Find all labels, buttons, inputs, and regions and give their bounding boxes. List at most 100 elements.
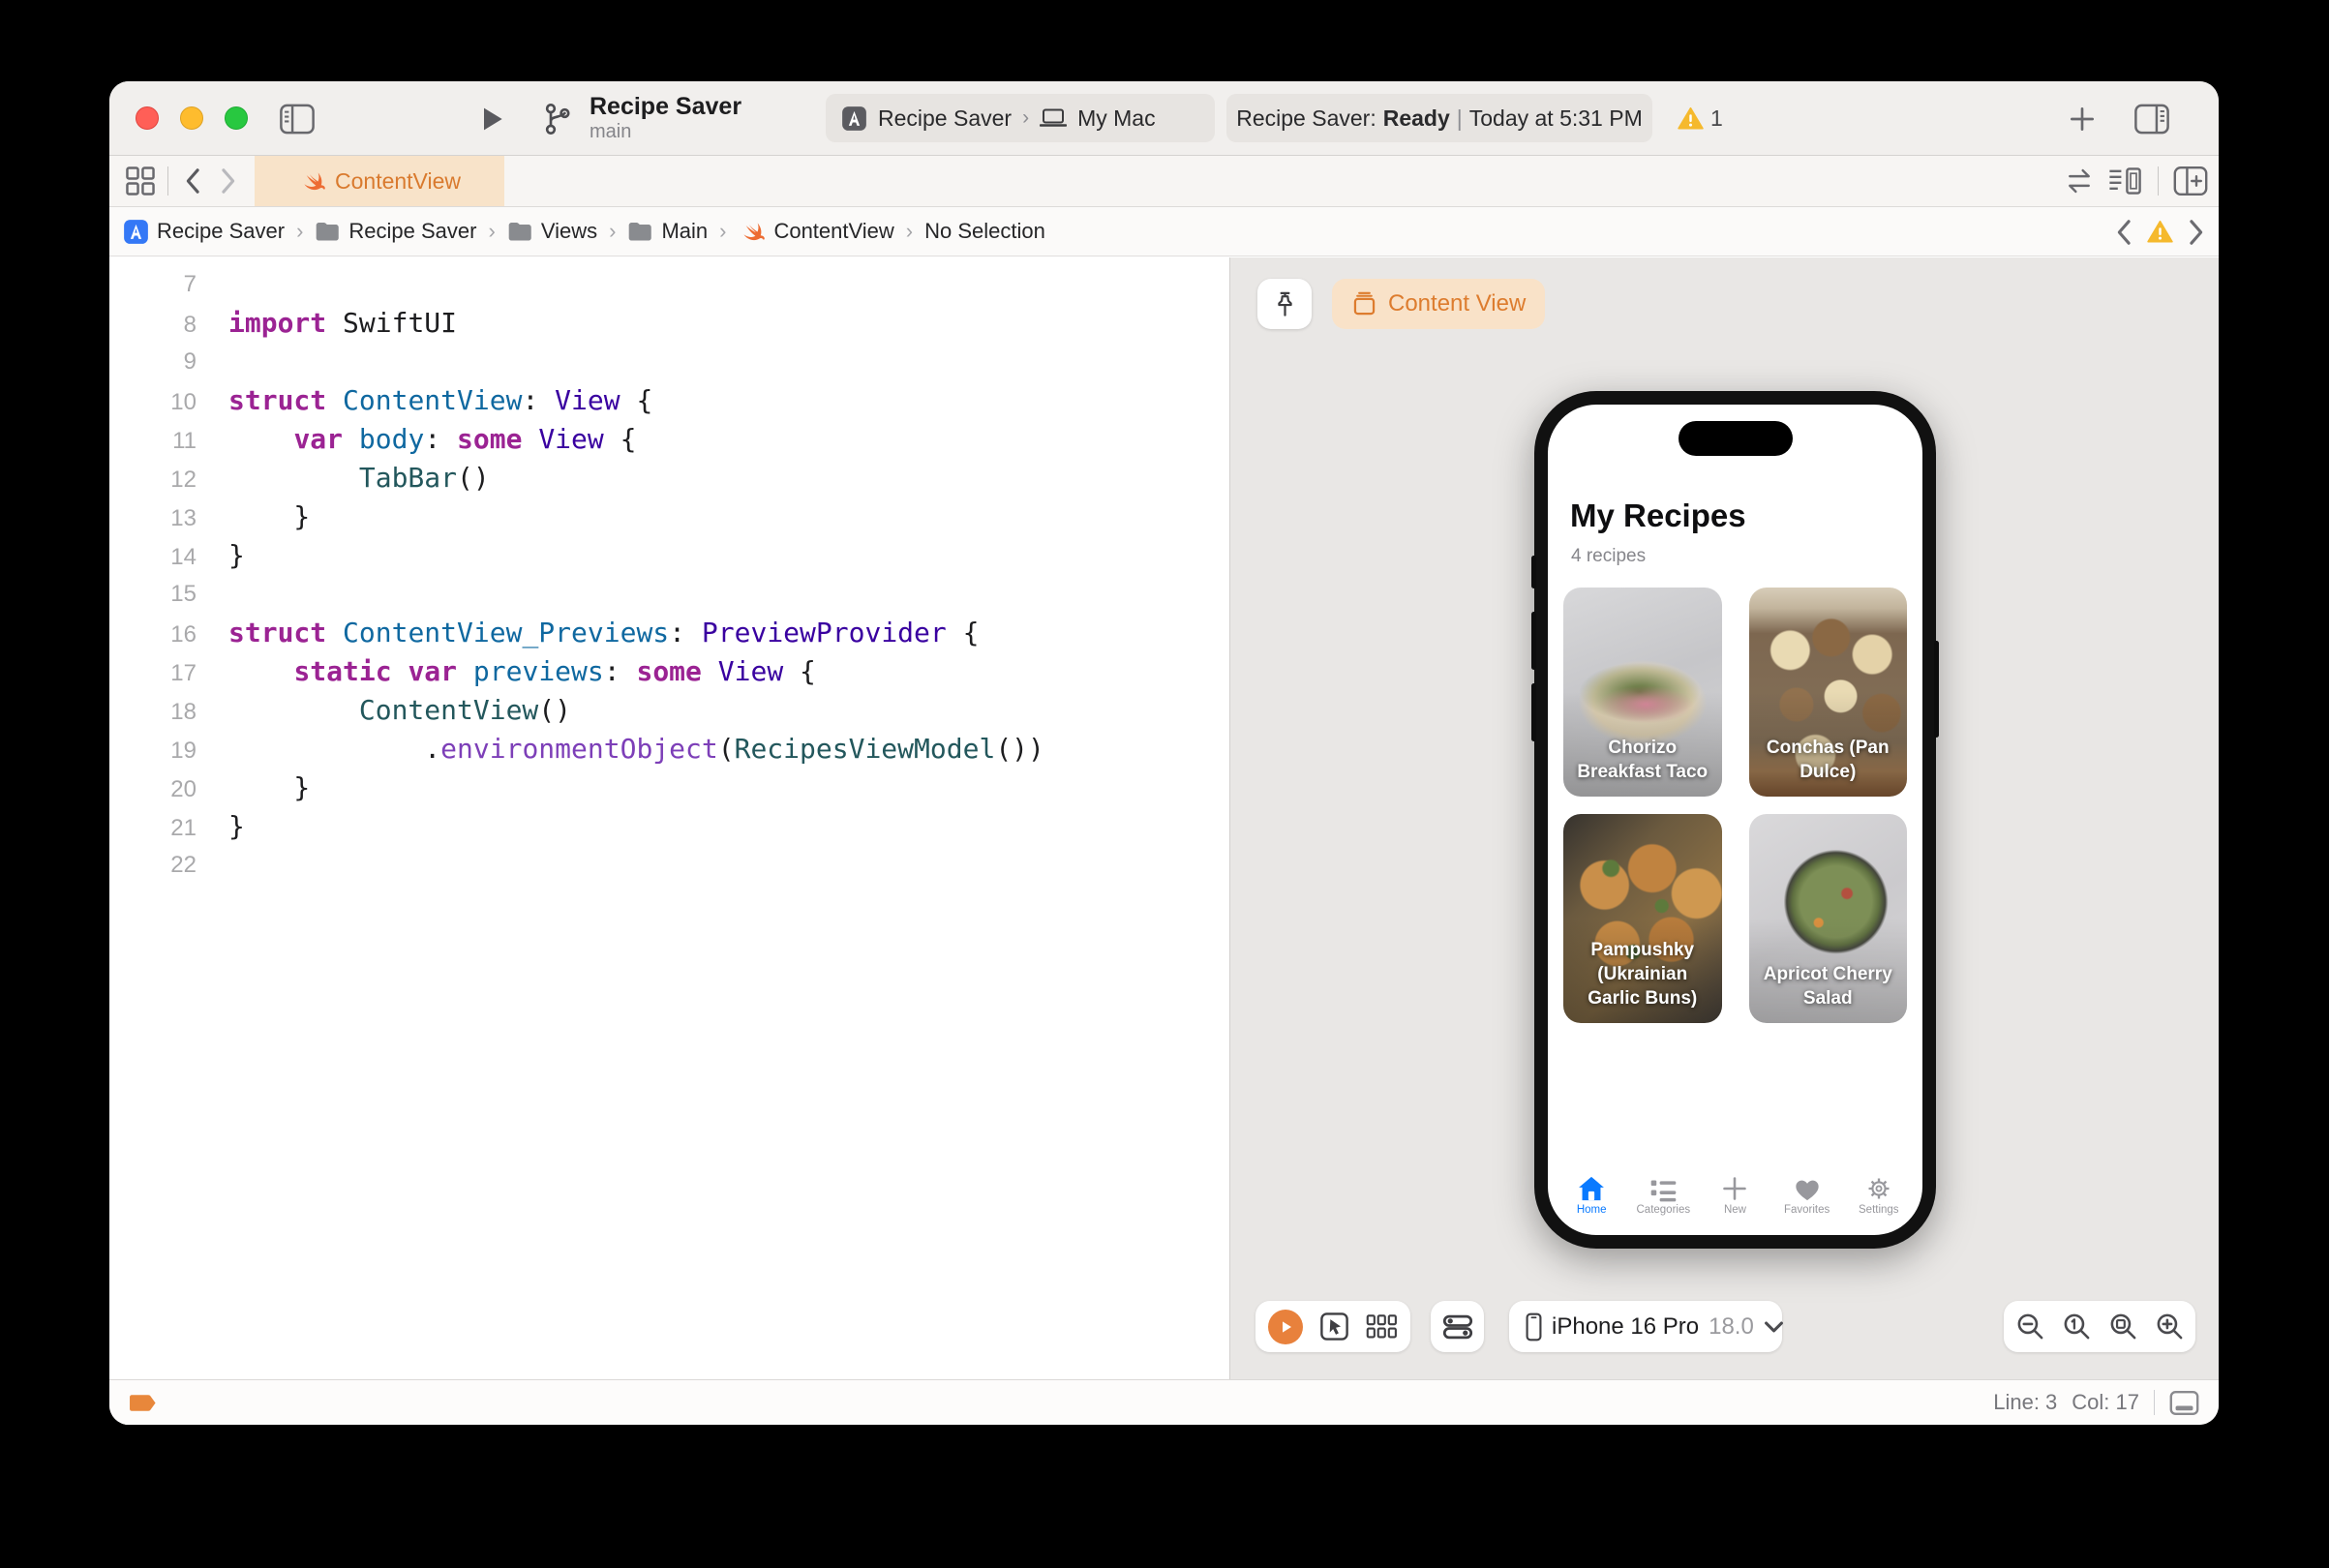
selectable-mode-button[interactable] — [1319, 1312, 1349, 1342]
breadcrumb-label: Recipe Saver — [348, 219, 477, 243]
recipe-card[interactable]: Pampushky (Ukrainian Garlic Buns) — [1563, 814, 1722, 1023]
play-icon — [1277, 1318, 1294, 1336]
line-number: 18 — [170, 699, 197, 725]
line-number: 11 — [172, 428, 197, 454]
code-line[interactable]: 16 struct ContentView_Previews: PreviewPr… — [109, 614, 1229, 652]
dynamic-island — [1678, 421, 1793, 456]
code-line[interactable]: 7 — [109, 265, 1229, 304]
code-line[interactable]: 13 } — [109, 498, 1229, 536]
phone-tab-favorites[interactable]: Favorites — [1775, 1177, 1839, 1216]
zoom-100-button[interactable] — [2056, 1307, 2097, 1347]
breadcrumb-separator: › — [609, 219, 617, 243]
jump-bar: Recipe Saver › Recipe Saver › Views › Main › Con… — [109, 207, 2219, 256]
jump-bar-right — [2115, 207, 2205, 256]
scheme-project[interactable]: Recipe Saver — [878, 106, 1012, 132]
zoom-out-button[interactable] — [2010, 1307, 2050, 1347]
phone-tab-settings[interactable]: Settings — [1847, 1175, 1911, 1216]
toggle-inspector-button[interactable] — [2131, 102, 2173, 136]
next-issue-button[interactable] — [2189, 219, 2205, 246]
power-button — [1934, 641, 1939, 738]
phone-tab-categories[interactable]: Categories — [1631, 1178, 1695, 1216]
minimize-window-button[interactable] — [180, 106, 203, 130]
breadcrumb-item[interactable]: Recipe Saver — [123, 219, 285, 245]
line-indicator: Line: 3 — [1993, 1390, 2058, 1414]
pin-preview-button[interactable] — [1257, 279, 1312, 329]
scheme-destination[interactable]: My Mac — [1077, 106, 1156, 132]
desktop: { "colors": { "accent_orange": "#DE7D2E"… — [0, 0, 2329, 1568]
warning-indicator[interactable]: 1 — [1678, 81, 1723, 155]
recipe-name: Chorizo Breakfast Taco — [1577, 737, 1709, 782]
tab-contentview[interactable]: ContentView — [255, 156, 504, 206]
code-line[interactable]: 17 static var previews: some View { — [109, 652, 1229, 691]
code-line[interactable]: 10 struct ContentView: View { — [109, 381, 1229, 420]
run-button[interactable] — [475, 103, 508, 136]
code-line[interactable]: 15 — [109, 575, 1229, 614]
library-add-button[interactable] — [2065, 102, 2100, 136]
preview-name-button[interactable]: Content View — [1332, 279, 1546, 329]
breadcrumb-separator: › — [719, 219, 727, 243]
code-line[interactable]: 9 — [109, 343, 1229, 381]
variants-mode-button[interactable] — [1366, 1313, 1398, 1340]
toggle-debug-area-button[interactable] — [2169, 1390, 2199, 1416]
chevron-down-icon — [1764, 1320, 1784, 1334]
scheme-selector[interactable]: Recipe Saver › My Mac — [826, 94, 1215, 142]
device-selector[interactable]: iPhone 16 Pro 18.0 — [1509, 1301, 1784, 1352]
breadcrumb-item[interactable]: Views — [507, 219, 597, 244]
toggle-navigator-button[interactable] — [275, 103, 319, 136]
code-text: } — [228, 539, 245, 571]
code-line[interactable]: 8 import SwiftUI — [109, 304, 1229, 343]
breadcrumb-item[interactable]: Recipe Saver — [315, 219, 476, 244]
code-line[interactable]: 19 .environmentObject(RecipesViewModel()… — [109, 730, 1229, 769]
add-editor-button[interactable] — [2171, 166, 2210, 196]
code-line[interactable]: 14} — [109, 536, 1229, 575]
source-editor[interactable]: 7 8 import SwiftUI 9 10 struct ContentView: V… — [109, 257, 1229, 1379]
code-text: TabBar() — [358, 462, 490, 494]
breadcrumb-separator: › — [905, 219, 914, 243]
tab-label: ContentView — [335, 167, 461, 194]
phone-tab-new[interactable]: New — [1703, 1175, 1767, 1216]
breakpoints-toggle-icon[interactable] — [129, 1394, 159, 1412]
status-time: Today at 5:31 PM — [1468, 105, 1643, 131]
tab-overview-button[interactable] — [123, 166, 158, 196]
recipe-card[interactable]: Conchas (Pan Dulce) — [1748, 588, 1907, 797]
phone-tab-bar: Home Categories New Favorites Settings — [1552, 1175, 1919, 1216]
screen-title: My Recipes — [1570, 498, 1746, 533]
title-bar: Recipe Saver main Recipe Saver › My Mac … — [109, 81, 2219, 156]
line-number: 20 — [170, 776, 197, 802]
zoom-in-button[interactable] — [2149, 1307, 2190, 1347]
recipe-card[interactable]: Apricot Cherry Salad — [1748, 814, 1907, 1023]
laptop-icon — [1040, 108, 1068, 128]
zoom-fit-button[interactable] — [2102, 1307, 2143, 1347]
live-preview-button[interactable] — [1268, 1309, 1303, 1344]
breadcrumb-label: No Selection — [924, 219, 1045, 243]
code-line[interactable]: 12 TabBar() — [109, 459, 1229, 498]
code-line[interactable]: 21} — [109, 807, 1229, 846]
code-line[interactable]: 18 ContentView() — [109, 691, 1229, 730]
go-forward-button[interactable] — [216, 167, 241, 195]
code-line[interactable]: 22 — [109, 846, 1229, 885]
swift-icon — [738, 218, 766, 246]
code-text: static var previews: some View { — [293, 655, 816, 687]
device-settings-button[interactable] — [1431, 1301, 1484, 1352]
phone-screen[interactable]: My Recipes 4 recipes Chorizo Breakfast T… — [1548, 405, 1922, 1235]
zoom-window-button[interactable] — [225, 106, 248, 130]
status-project: Recipe Saver: — [1236, 105, 1376, 131]
close-window-button[interactable] — [136, 106, 159, 130]
issue-warning-icon[interactable] — [2147, 220, 2173, 244]
go-back-button[interactable] — [179, 167, 204, 195]
breadcrumb-item[interactable]: Main — [627, 219, 708, 244]
app-icon — [841, 106, 867, 132]
breadcrumb-item[interactable]: ContentView — [738, 218, 894, 246]
divider — [167, 166, 168, 196]
related-items-button[interactable] — [2061, 166, 2098, 196]
editor-options-button[interactable] — [2105, 166, 2144, 196]
recipe-card[interactable]: Chorizo Breakfast Taco — [1563, 588, 1722, 797]
code-line[interactable]: 20 } — [109, 769, 1229, 807]
previous-issue-button[interactable] — [2115, 219, 2132, 246]
code-area[interactable]: 7 8 import SwiftUI 9 10 struct ContentView: V… — [109, 257, 1229, 885]
breadcrumb-item[interactable]: No Selection — [924, 219, 1045, 244]
project-title: Recipe Saver — [590, 93, 742, 120]
phone-tab-home[interactable]: Home — [1559, 1175, 1623, 1216]
volume-down-button — [1531, 683, 1536, 741]
code-line[interactable]: 11 var body: some View { — [109, 420, 1229, 459]
